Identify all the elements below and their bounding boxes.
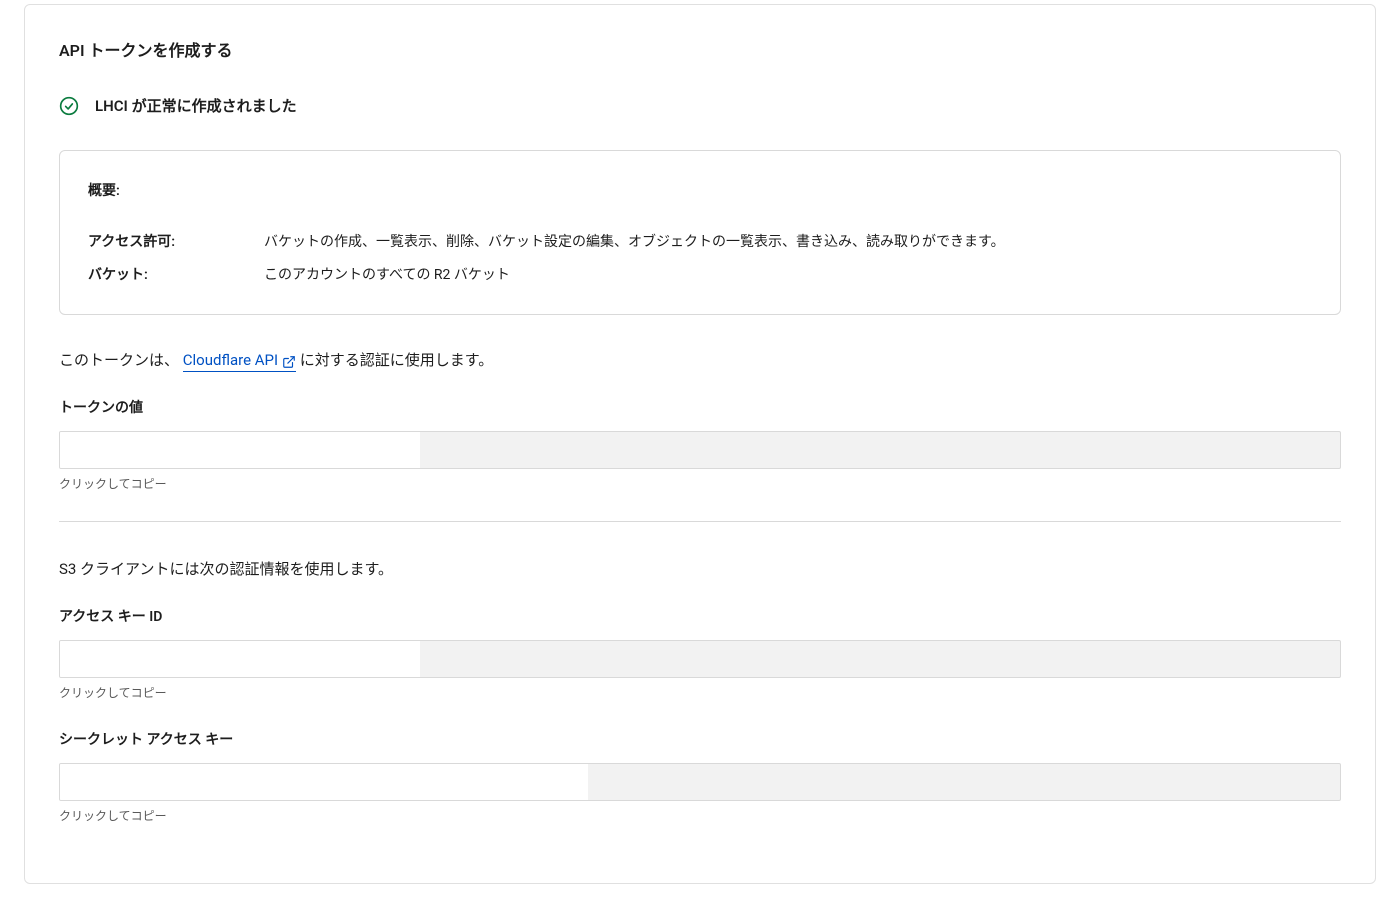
summary-row-permissions: アクセス許可: バケットの作成、一覧表示、削除、バケット設定の編集、オブジェクト…	[88, 232, 1312, 253]
summary-value-permissions: バケットの作成、一覧表示、削除、バケット設定の編集、オブジェクトの一覧表示、書き…	[264, 232, 1005, 253]
summary-value-bucket: このアカウントのすべての R2 バケット	[264, 265, 510, 286]
token-description: このトークンは、 Cloudflare API に対する認証に使用します。	[59, 349, 1341, 373]
access-key-masked	[60, 641, 420, 677]
access-key-field[interactable]	[59, 640, 1341, 678]
secret-key-label: シークレット アクセス キー	[59, 730, 1341, 751]
token-value-hint: クリックしてコピー	[59, 475, 1341, 493]
secret-key-hint: クリックしてコピー	[59, 807, 1341, 825]
token-value-label: トークンの値	[59, 398, 1341, 419]
divider	[59, 521, 1341, 522]
secret-key-masked	[60, 764, 588, 800]
token-desc-suffix: に対する認証に使用します。	[296, 351, 493, 369]
create-api-token-card: API トークンを作成する LHCI が正常に作成されました 概要: アクセス許…	[24, 4, 1376, 884]
summary-heading: 概要:	[88, 181, 1312, 202]
access-key-label: アクセス キー ID	[59, 607, 1341, 628]
cloudflare-api-link[interactable]: Cloudflare API	[183, 349, 296, 373]
token-desc-prefix: このトークンは、	[59, 351, 179, 369]
summary-label-permissions: アクセス許可:	[88, 232, 264, 253]
summary-row-bucket: バケット: このアカウントのすべての R2 バケット	[88, 265, 1312, 286]
token-value-masked	[60, 432, 420, 468]
page-title: API トークンを作成する	[59, 39, 1341, 63]
secret-key-block: シークレット アクセス キー クリックしてコピー	[59, 730, 1341, 825]
access-key-hint: クリックしてコピー	[59, 684, 1341, 702]
s3-section-text: S3 クライアントには次の認証情報を使用します。	[59, 558, 1341, 581]
success-banner: LHCI が正常に作成されました	[59, 95, 1341, 118]
external-link-icon	[282, 353, 296, 367]
check-circle-icon	[59, 96, 79, 116]
access-key-block: アクセス キー ID クリックしてコピー	[59, 607, 1341, 702]
token-value-block: トークンの値 クリックしてコピー	[59, 398, 1341, 493]
summary-box: 概要: アクセス許可: バケットの作成、一覧表示、削除、バケット設定の編集、オブ…	[59, 150, 1341, 315]
token-value-field[interactable]	[59, 431, 1341, 469]
success-message: LHCI が正常に作成されました	[95, 95, 297, 118]
secret-key-field[interactable]	[59, 763, 1341, 801]
summary-label-bucket: バケット:	[88, 265, 264, 286]
cloudflare-api-link-text: Cloudflare API	[183, 349, 278, 372]
